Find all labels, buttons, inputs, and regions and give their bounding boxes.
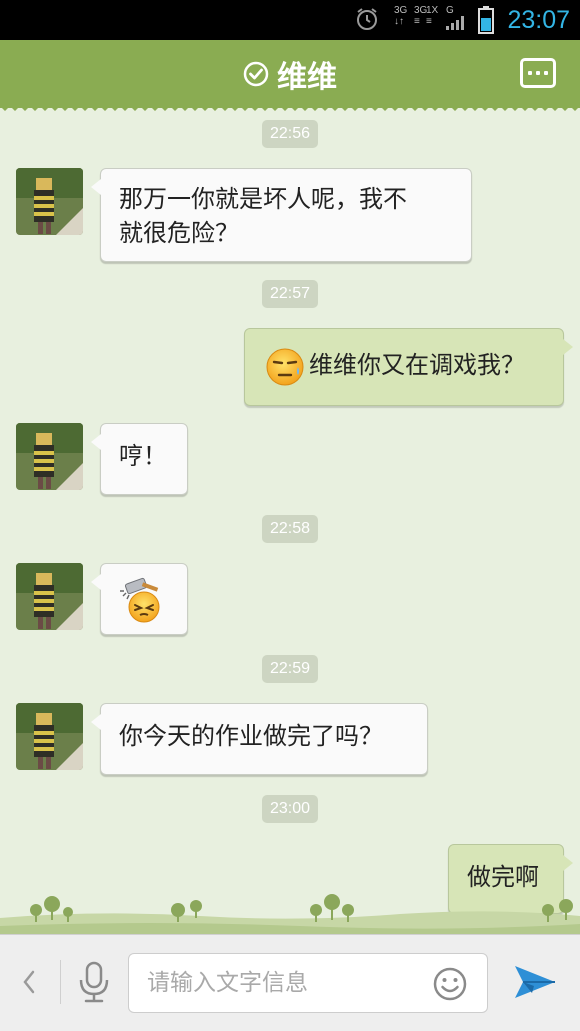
message-text: 哼！ <box>119 442 167 470</box>
smiley-icon <box>433 967 467 1001</box>
message-input-placeholder: 请输入文字信息 <box>147 970 308 996</box>
avatar-image <box>16 703 83 770</box>
hammer-head-emoji <box>120 577 160 623</box>
more-icon <box>528 71 532 75</box>
avatar[interactable] <box>16 168 83 235</box>
send-arrow-icon <box>515 966 555 998</box>
avatar[interactable] <box>16 423 83 490</box>
message-text: 就很危险？ <box>119 219 239 247</box>
chat-title: 维维 <box>277 60 337 95</box>
avatar[interactable] <box>16 703 83 770</box>
send-button[interactable] <box>512 960 558 1004</box>
incoming-message[interactable] <box>91 563 188 635</box>
timestamp: 22:57 <box>0 280 580 308</box>
more-icon-dot <box>544 71 548 75</box>
avatar-image <box>16 168 83 235</box>
network-1x-icon: 1X ≡ <box>426 5 439 27</box>
sweat-face-emoji <box>266 348 304 386</box>
timestamp-label: 23:00 <box>261 795 319 823</box>
timestamp: 22:56 <box>0 120 580 148</box>
outgoing-message[interactable]: 维维你又在调戏我？ <box>244 328 573 406</box>
timestamp-label: 22:56 <box>261 120 319 148</box>
status-time: 23:07 <box>507 6 570 34</box>
battery-icon <box>478 6 494 34</box>
avatar[interactable] <box>16 563 83 630</box>
incoming-message[interactable]: 你今天的作业做完了吗？ <box>91 703 428 775</box>
chat-area[interactable]: 22:56 那万一你就是坏人呢，我不 就很危险？ 22:57 维维你又在调戏我？… <box>0 112 580 934</box>
timestamp: 22:58 <box>0 515 580 543</box>
status-bar: 3G ↓↑ 3G ≡ 1X ≡ G 23:07 <box>0 0 580 40</box>
message-text: 维维你又在调戏我？ <box>309 351 525 379</box>
microphone-icon <box>79 961 109 1003</box>
voice-button[interactable] <box>76 960 112 1004</box>
more-icon-dot <box>536 71 540 75</box>
avatar-image <box>16 423 83 490</box>
incoming-message[interactable]: 哼！ <box>91 423 188 495</box>
message-text: 你今天的作业做完了吗？ <box>119 722 383 750</box>
timestamp-label: 22:57 <box>261 280 319 308</box>
timestamp-label: 22:59 <box>261 655 319 683</box>
back-button[interactable] <box>14 962 44 1002</box>
network-3g-icon: 3G ↓↑ <box>394 5 408 27</box>
title-wrap: 维维 <box>0 40 580 108</box>
timestamp-label: 22:58 <box>261 515 319 543</box>
input-divider <box>60 960 61 1004</box>
timestamp: 23:00 <box>0 795 580 823</box>
timestamp: 22:59 <box>0 655 580 683</box>
network-g-icon: G <box>446 5 470 33</box>
more-button[interactable] <box>520 58 556 88</box>
message-text: 那万一你就是坏人呢，我不 <box>119 185 407 213</box>
emoji-button[interactable] <box>432 966 468 1002</box>
alarm-icon <box>357 8 377 30</box>
incoming-message[interactable]: 那万一你就是坏人呢，我不 就很危险？ <box>91 168 472 262</box>
message-text: 做完啊 <box>467 863 539 891</box>
chevron-left-icon <box>23 970 35 994</box>
check-circle-icon <box>243 61 269 87</box>
ground-decoration <box>0 894 580 934</box>
avatar-image <box>16 563 83 630</box>
